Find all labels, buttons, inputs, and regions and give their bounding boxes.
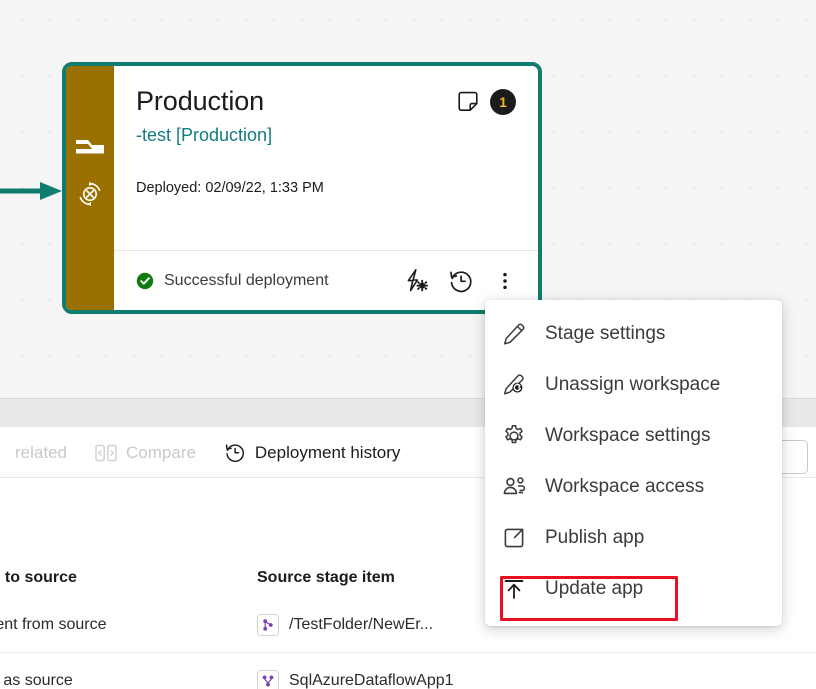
stage-deployed-timestamp: Deployed: 02/09/22, 1:33 PM bbox=[136, 180, 324, 197]
stage-card-footer: Successful deployment bbox=[114, 250, 538, 310]
deployment-history-button[interactable] bbox=[444, 264, 478, 298]
menu-item-unassign-workspace[interactable]: Unassign workspace bbox=[485, 359, 782, 410]
menu-item-stage-settings-label: Stage settings bbox=[545, 322, 666, 344]
toolbar-compare[interactable]: Compare bbox=[81, 436, 210, 470]
menu-item-workspace-access[interactable]: Workspace access bbox=[485, 461, 782, 512]
deployment-status-text: Successful deployment bbox=[164, 271, 329, 289]
menu-item-unassign-workspace-label: Unassign workspace bbox=[545, 373, 721, 395]
menu-item-publish-app-label: Publish app bbox=[545, 526, 645, 548]
menu-item-workspace-access-label: Workspace access bbox=[545, 475, 705, 497]
table-row[interactable]: e as source SqlAzureDataflowApp1 bbox=[0, 653, 816, 689]
success-check-icon bbox=[136, 272, 154, 289]
unassign-workspace-icon bbox=[501, 372, 527, 398]
pencil-icon bbox=[501, 321, 527, 347]
cell-source-item-label: /TestFolder/NewEr... bbox=[289, 616, 434, 633]
deployment-history-icon bbox=[224, 442, 246, 464]
toolbar-deployment-history-label: Deployment history bbox=[254, 442, 401, 462]
deployment-rules-button[interactable] bbox=[400, 264, 434, 298]
toolbar-show-related-label: related bbox=[15, 442, 67, 462]
stage-card-rail bbox=[66, 66, 114, 310]
upload-icon bbox=[501, 576, 527, 602]
stage-title: Production bbox=[136, 86, 265, 116]
app-root: Production 1 -test [Production] Deployed… bbox=[0, 0, 816, 689]
dataflow-item-icon bbox=[257, 614, 279, 636]
workspace-badge-icon bbox=[76, 140, 104, 154]
menu-item-workspace-settings[interactable]: Workspace settings bbox=[485, 410, 782, 461]
compare-icon bbox=[95, 442, 117, 464]
dataflow-item-icon bbox=[257, 669, 279, 689]
external-link-icon bbox=[501, 525, 527, 551]
stage-card-body: Production 1 -test [Production] Deployed… bbox=[114, 66, 538, 310]
menu-item-workspace-settings-label: Workspace settings bbox=[545, 424, 711, 446]
deployment-rules-icon bbox=[407, 268, 428, 291]
cell-source-item: SqlAzureDataflowApp1 bbox=[257, 669, 454, 689]
cell-compared-status: e as source bbox=[0, 671, 73, 689]
pipeline-connector-arrow bbox=[0, 180, 70, 202]
toolbar-show-related[interactable]: related bbox=[0, 436, 81, 470]
more-options-button[interactable] bbox=[488, 264, 522, 298]
people-icon bbox=[501, 474, 527, 500]
stage-card-main: Production 1 -test [Production] Deployed… bbox=[114, 66, 538, 250]
menu-item-update-app[interactable]: Update app bbox=[485, 563, 782, 614]
menu-item-stage-settings[interactable]: Stage settings bbox=[485, 308, 782, 359]
stage-card-production[interactable]: Production 1 -test [Production] Deployed… bbox=[62, 62, 542, 314]
sync-error-icon bbox=[79, 182, 101, 206]
stage-context-menu: Stage settings Unassign workspace Worksp… bbox=[485, 300, 782, 626]
menu-item-publish-app[interactable]: Publish app bbox=[485, 512, 782, 563]
more-options-icon bbox=[503, 272, 507, 289]
stage-workspace-link[interactable]: -test [Production] bbox=[136, 125, 516, 146]
gear-icon bbox=[501, 423, 527, 449]
sticky-note-icon[interactable] bbox=[456, 90, 480, 114]
stage-card-title-row: Production 1 bbox=[136, 86, 516, 117]
stage-item-count-badge: 1 bbox=[490, 88, 516, 115]
column-header-source-stage-item: Source stage item bbox=[257, 569, 395, 586]
cell-source-item: /TestFolder/NewEr... bbox=[257, 614, 433, 636]
toolbar-deployment-history[interactable]: Deployment history bbox=[210, 436, 415, 470]
deployment-status: Successful deployment bbox=[136, 272, 390, 290]
show-related-icon bbox=[0, 442, 6, 464]
cell-compared-status: rent from source bbox=[0, 616, 107, 633]
menu-item-update-app-label: Update app bbox=[545, 577, 644, 599]
deployment-history-icon bbox=[450, 270, 472, 292]
connector-arrow-icon bbox=[0, 182, 62, 200]
toolbar-compare-label: Compare bbox=[125, 442, 196, 462]
column-header-compared-to-source: l to source bbox=[0, 569, 77, 586]
cell-source-item-label: SqlAzureDataflowApp1 bbox=[289, 671, 454, 689]
